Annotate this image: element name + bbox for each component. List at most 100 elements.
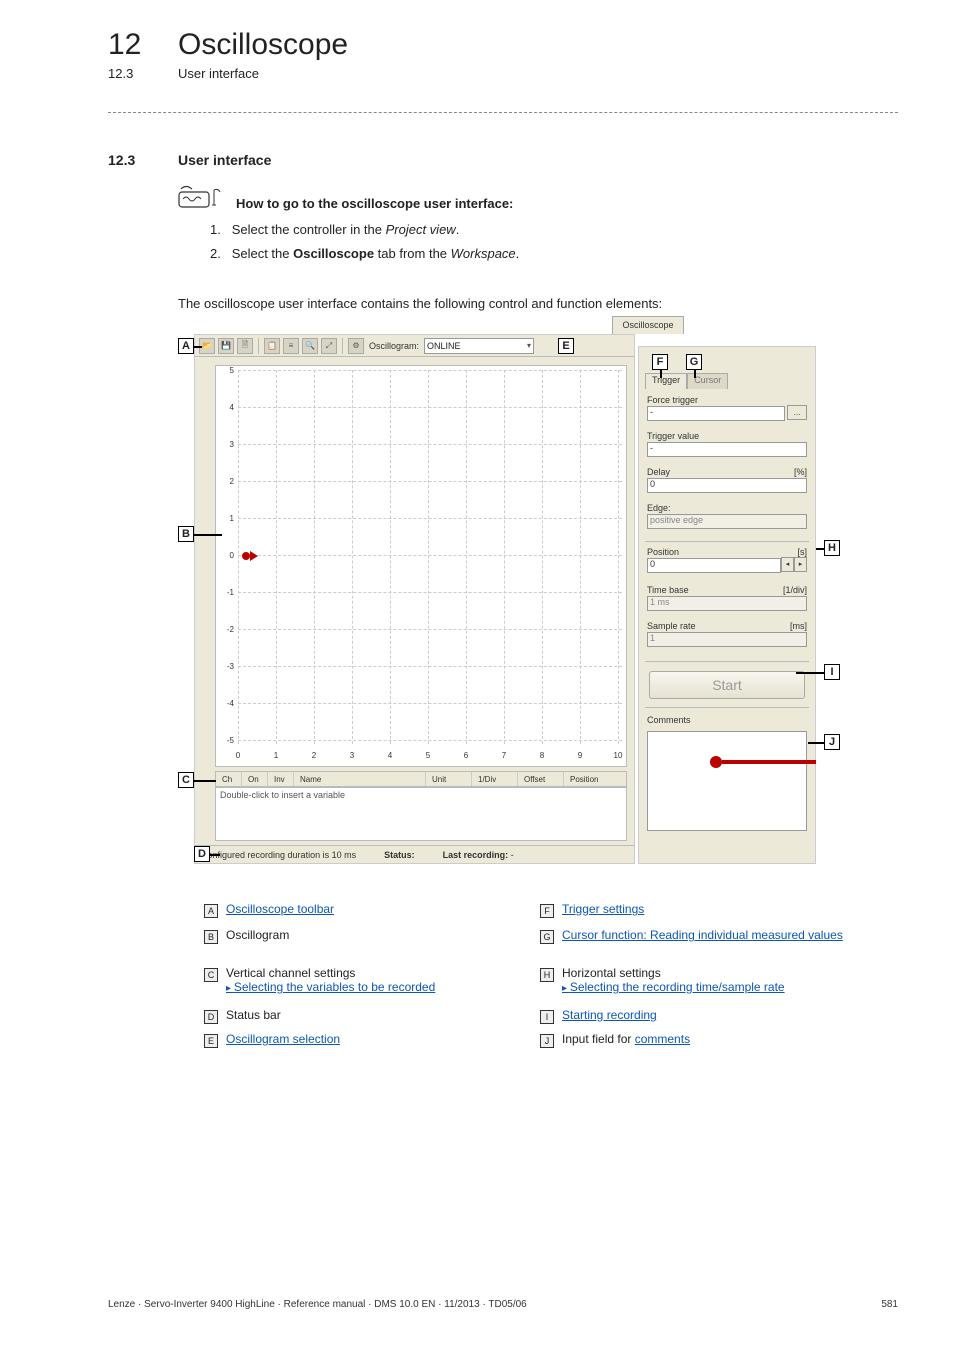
legend-i-link[interactable]: Starting recording	[562, 1008, 657, 1022]
comments-label: Comments	[647, 715, 807, 725]
callout-c: C	[178, 772, 194, 788]
toolbar-fit-icon[interactable]: ⤢	[321, 338, 337, 354]
position-unit: [s]	[797, 547, 807, 557]
toolbar-separator	[258, 338, 259, 354]
position-left-button[interactable]: ◂	[781, 557, 794, 572]
step-2-num: 2.	[210, 246, 221, 261]
marker-line-icon	[722, 760, 816, 764]
comments-input[interactable]	[647, 731, 807, 831]
trigger-value-label: Trigger value	[647, 431, 807, 441]
force-trigger-input[interactable]: -	[647, 406, 785, 421]
col-1div: 1/Div	[472, 772, 518, 786]
legend-j-text: Input field for	[562, 1032, 635, 1046]
trigger-value-input[interactable]: -	[647, 442, 807, 457]
legend-c-sublink[interactable]: Selecting the variables to be recorded	[226, 980, 435, 994]
col-unit: Unit	[426, 772, 472, 786]
timebase-label: Time base	[647, 585, 689, 595]
x-tick: 4	[383, 751, 397, 760]
toolbar-list-icon[interactable]: ≡	[283, 338, 299, 354]
page-footer: Lenze · Servo-Inverter 9400 HighLine · R…	[108, 1299, 898, 1310]
legend-c-text: Vertical channel settings	[226, 966, 435, 980]
legend-key-h: H	[540, 968, 554, 982]
trigger-tab[interactable]: Trigger	[645, 373, 687, 389]
channel-column-header: Ch On Inv Name Unit 1/Div Offset Positio…	[215, 771, 627, 787]
step-2-bold: Oscilloscope	[293, 246, 374, 261]
footer-left: Lenze · Servo-Inverter 9400 HighLine · R…	[108, 1299, 527, 1310]
col-on: On	[242, 772, 268, 786]
edge-select[interactable]: positive edge	[647, 514, 807, 529]
y-tick: -2	[220, 625, 234, 634]
legend-h-text: Horizontal settings	[562, 966, 785, 980]
step-2-text-c: .	[516, 246, 520, 261]
chapter-number: 12	[108, 28, 141, 62]
status-config-text: Configured recording duration is 10 ms	[201, 850, 356, 860]
oscilloscope-tab[interactable]: Oscilloscope	[612, 316, 684, 334]
position-input[interactable]: 0	[647, 558, 781, 573]
variable-insert-area[interactable]: Double-click to insert a variable	[215, 787, 627, 841]
legend-e-link[interactable]: Oscillogram selection	[226, 1032, 340, 1046]
step-1-text-b: .	[456, 222, 460, 237]
subsection-number: 12.3	[108, 66, 133, 81]
status-bar: Configured recording duration is 10 ms S…	[195, 845, 634, 863]
step-1-text-a: Select the controller in the	[232, 222, 386, 237]
col-inv: Inv	[268, 772, 294, 786]
zero-marker[interactable]	[216, 549, 250, 563]
force-trigger-browse-button[interactable]: ...	[787, 405, 807, 420]
y-tick: 3	[220, 440, 234, 449]
callout-d: D	[194, 846, 210, 862]
start-button[interactable]: Start	[649, 671, 805, 699]
callout-h: H	[824, 540, 840, 556]
footer-page-number: 581	[881, 1299, 898, 1310]
toolbar-settings-icon[interactable]: ⚙	[348, 338, 364, 354]
sample-rate-label: Sample rate	[647, 621, 696, 631]
step-2: 2. Select the Oscilloscope tab from the …	[210, 246, 519, 261]
marker-dot-icon	[242, 552, 250, 560]
legend-b-text: Oscillogram	[226, 928, 289, 942]
callout-b: B	[178, 526, 194, 542]
x-tick: 5	[421, 751, 435, 760]
y-tick: 2	[220, 477, 234, 486]
x-tick: 2	[307, 751, 321, 760]
col-position: Position	[564, 772, 620, 786]
toolbar-copy-icon[interactable]: 📋	[264, 338, 280, 354]
subsection-title: User interface	[178, 66, 259, 81]
step-1: 1. Select the controller in the Project …	[210, 222, 459, 237]
howto-icon	[178, 185, 226, 209]
last-recording-label: Last recording:	[443, 850, 509, 860]
section-title: User interface	[178, 152, 271, 168]
toolbar-saveas-icon[interactable]: 🗎	[237, 338, 253, 354]
delay-input[interactable]: 0	[647, 478, 807, 493]
col-ch: Ch	[216, 772, 242, 786]
legend-f-link[interactable]: Trigger settings	[562, 902, 644, 916]
legend-h-sublink[interactable]: Selecting the recording time/sample rate	[562, 980, 785, 994]
legend-key-d: D	[204, 1010, 218, 1024]
x-tick: 6	[459, 751, 473, 760]
y-tick: 5	[220, 366, 234, 375]
oscillogram-plot[interactable]: 5 4 3 2 1 0 -1 -2 -3 -4 -5 0 1 2 3 4 5 6…	[215, 365, 627, 767]
y-tick: 1	[220, 514, 234, 523]
toolbar-zoom-icon[interactable]: 🔍	[302, 338, 318, 354]
x-tick: 9	[573, 751, 587, 760]
x-tick: 0	[231, 751, 245, 760]
oscillogram-select[interactable]: ONLINE	[424, 338, 534, 354]
toolbar-save-icon[interactable]: 💾	[218, 338, 234, 354]
timebase-select[interactable]: 1 ms	[647, 596, 807, 611]
legend-a-link[interactable]: Oscilloscope toolbar	[226, 902, 334, 916]
legend-key-e: E	[204, 1034, 218, 1048]
position-right-button[interactable]: ▸	[794, 557, 807, 572]
chapter-title: Oscilloscope	[178, 28, 348, 62]
y-tick: 4	[220, 403, 234, 412]
legend-g-link[interactable]: Cursor function: Reading individual meas…	[562, 928, 843, 942]
step-2-text-a: Select the	[232, 246, 293, 261]
callout-f: F	[652, 354, 668, 370]
callout-g: G	[686, 354, 702, 370]
sample-rate-input[interactable]: 1	[647, 632, 807, 647]
legend-key-a: A	[204, 904, 218, 918]
timebase-unit: [1/div]	[783, 585, 807, 595]
y-tick: -5	[220, 736, 234, 745]
toolbar-separator	[342, 338, 343, 354]
status-label: Status:	[384, 850, 415, 860]
legend-key-c: C	[204, 968, 218, 982]
col-name: Name	[294, 772, 426, 786]
legend-j-link[interactable]: comments	[635, 1032, 690, 1046]
